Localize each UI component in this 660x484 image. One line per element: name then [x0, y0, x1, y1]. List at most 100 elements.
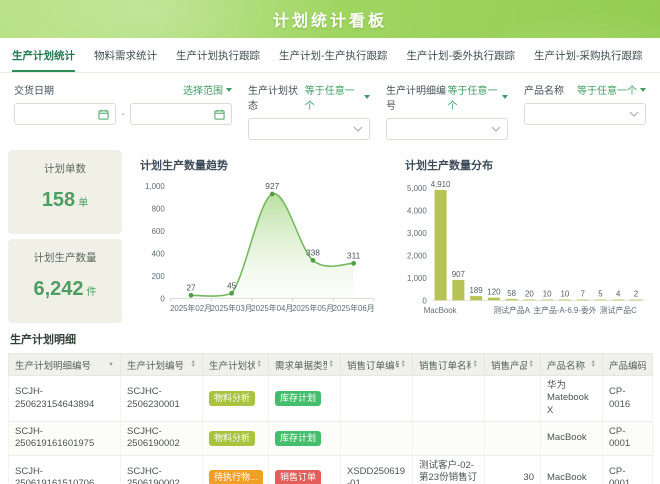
cell-demand-type: 库存计划: [269, 376, 341, 422]
stat-unit: 单: [78, 198, 88, 209]
chevron-down-icon: [491, 126, 501, 132]
cell-order-name: [413, 422, 485, 456]
tab-bar: 生产计划统计物料需求统计生产计划执行跟踪生产计划-生产执行跟踪生产计划-委外执行…: [0, 38, 660, 73]
sort-icon[interactable]: ▲▼: [401, 361, 406, 368]
tab-4[interactable]: 生产计划-委外执行跟踪: [407, 38, 516, 72]
demand-type-badge: 销售订单: [275, 470, 321, 484]
tab-2[interactable]: 生产计划执行跟踪: [176, 38, 260, 72]
column-header-2[interactable]: 生产计划状态▲▼: [203, 354, 269, 376]
caret-down-icon: [640, 88, 646, 92]
sort-icon[interactable]: ▲▼: [191, 361, 196, 368]
column-header-7[interactable]: 产品名称▲▼: [541, 354, 603, 376]
svg-text:2025年05月: 2025年05月: [292, 303, 334, 313]
sort-icon[interactable]: ▲▼: [329, 361, 334, 368]
stat-value: 6,242: [33, 278, 83, 300]
svg-text:2: 2: [634, 290, 638, 299]
filter-operator-plan-detail-no[interactable]: 等于任意一个: [447, 82, 508, 112]
dashboard: 计划统计看板 生产计划统计物料需求统计生产计划执行跟踪生产计划-生产执行跟踪生产…: [0, 0, 660, 484]
plan-detail-no-select[interactable]: [386, 118, 508, 140]
svg-text:10: 10: [561, 290, 570, 299]
tab-1[interactable]: 物料需求统计: [94, 38, 157, 72]
cell-product-name: MacBook: [541, 422, 603, 456]
cell-order-name: [413, 376, 485, 422]
column-header-0[interactable]: 生产计划明细编号▼: [9, 354, 121, 376]
svg-text:5,000: 5,000: [407, 184, 427, 193]
cell-product-name: 华为Matebook X: [541, 376, 603, 422]
svg-text:27: 27: [186, 282, 196, 292]
sort-icon[interactable]: ▲▼: [257, 361, 262, 368]
svg-text:2025年02月: 2025年02月: [170, 303, 212, 313]
column-header-4[interactable]: 销售订单编号▲▼: [341, 354, 413, 376]
tab-5[interactable]: 生产计划-采购执行跟踪: [534, 38, 643, 72]
svg-text:1,000: 1,000: [145, 182, 165, 191]
filter-label-product-name: 产品名称: [524, 82, 564, 97]
filter-operator-product-name[interactable]: 等于任意一个: [577, 82, 646, 97]
distribution-chart-title: 计划生产数量分布: [393, 150, 652, 174]
date-range-separator: -: [121, 109, 124, 120]
filter-label-plan-detail-no: 生产计明细编号: [386, 82, 447, 112]
filter-bar: 交货日期 选择范围 - 生产计划状态 等于任意一个: [0, 73, 660, 146]
cell-detail-no: SCJH-250623154643894: [9, 376, 121, 422]
demand-type-badge: 库存计划: [275, 391, 321, 407]
svg-text:2,000: 2,000: [407, 251, 427, 260]
column-header-3[interactable]: 需求单据类型▲▼: [269, 354, 341, 376]
plan-status-select[interactable]: [248, 118, 370, 140]
date-start-input[interactable]: [14, 103, 116, 125]
svg-text:2025年04月: 2025年04月: [251, 303, 293, 313]
column-header-8[interactable]: 产品编码: [603, 354, 653, 376]
cell-product-code: CP-0001: [603, 455, 653, 484]
svg-text:2025年06月: 2025年06月: [333, 303, 375, 313]
svg-text:311: 311: [347, 250, 361, 260]
filter-arrow-icon[interactable]: ▼: [108, 362, 114, 368]
tab-3[interactable]: 生产计划-生产执行跟踪: [279, 38, 388, 72]
filter-label-delivery-date: 交货日期: [14, 82, 54, 97]
sort-icon[interactable]: ▲▼: [591, 361, 596, 368]
column-header-6[interactable]: 销售产品数量▲▼: [485, 354, 541, 376]
sort-icon[interactable]: ▲▼: [529, 361, 534, 368]
stat-value: 158: [42, 189, 75, 211]
chevron-down-icon: [353, 126, 363, 132]
cell-order-no: [341, 422, 413, 456]
product-name-select[interactable]: [524, 103, 646, 125]
page-title: 计划统计看板: [273, 7, 387, 31]
svg-text:10: 10: [543, 290, 552, 299]
cell-order-name: 测试客户-02-第23份销售订单: [413, 455, 485, 484]
sort-icon[interactable]: ▲▼: [473, 361, 478, 368]
stat-title: 计划生产数量: [34, 250, 97, 265]
status-badge: 待执行物...: [209, 470, 263, 484]
cell-order-no: XSDD250619-01: [341, 455, 413, 484]
cell-order-no: [341, 376, 413, 422]
svg-text:5: 5: [598, 290, 603, 299]
cell-plan-no: SCJHC-2506230001: [121, 376, 203, 422]
cell-qty: [485, 376, 541, 422]
svg-text:400: 400: [152, 249, 166, 258]
svg-text:测试产品C: 测试产品C: [600, 305, 637, 315]
stat-card-plan-count: 计划单数 158单: [8, 150, 122, 234]
column-header-5[interactable]: 销售订单名称▲▼: [413, 354, 485, 376]
calendar-icon: [98, 109, 109, 120]
table-title: 生产计划明细: [10, 331, 652, 347]
svg-text:测试产品A: 测试产品A: [493, 305, 530, 315]
table-row[interactable]: SCJH-250623154643894SCJHC-2506230001 物料分析…: [9, 376, 653, 422]
table-row[interactable]: SCJH-250619161510706SCJHC-2506190002待执行物…: [9, 455, 653, 484]
stat-unit: 件: [87, 287, 97, 298]
distribution-chart-card: 计划生产数量分布 01,0002,0003,0004,0005,0004,910…: [393, 150, 652, 323]
plan-detail-table: 生产计划明细编号▼生产计划编号▲▼生产计划状态▲▼需求单据类型▲▼销售订单编号▲…: [8, 353, 653, 484]
cell-demand-type: 库存计划: [269, 422, 341, 456]
cell-status: 物料分析: [203, 376, 269, 422]
cell-status: 待执行物...: [203, 455, 269, 484]
tab-0[interactable]: 生产计划统计: [12, 38, 75, 72]
column-header-1[interactable]: 生产计划编号▲▼: [121, 354, 203, 376]
cell-product-code: CP-0016: [603, 376, 653, 422]
filter-operator-plan-status[interactable]: 等于任意一个: [305, 82, 370, 112]
svg-text:4: 4: [616, 290, 621, 299]
stat-title: 计划单数: [44, 161, 86, 176]
kpi-and-charts: 计划单数 158单 计划生产数量 6,242件 计划生产数量趋势 0200400…: [0, 146, 660, 323]
table-row[interactable]: SCJH-250619161601975SCJHC-2506190002物料分析…: [9, 422, 653, 456]
demand-type-badge: 库存计划: [275, 431, 321, 447]
calendar-icon: [214, 109, 225, 120]
status-badge: 物料分析: [209, 391, 255, 407]
plan-detail-section: 生产计划明细 生产计划明细编号▼生产计划编号▲▼生产计划状态▲▼需求单据类型▲▼…: [0, 323, 660, 484]
date-end-input[interactable]: [130, 103, 232, 125]
filter-operator-delivery-date[interactable]: 选择范围: [183, 82, 232, 97]
